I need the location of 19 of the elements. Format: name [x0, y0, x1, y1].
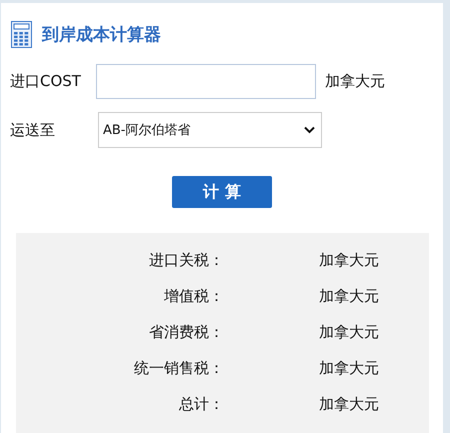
destination-label: 运送至 [10, 120, 56, 140]
result-label: 省消费税： [149, 322, 224, 342]
destination-select[interactable]: AB-阿尔伯塔省 [98, 112, 322, 148]
cost-label: 进口COST [10, 72, 82, 91]
calculator-title: 到岸成本计算器 [42, 24, 161, 46]
cost-input[interactable] [96, 64, 316, 99]
result-value: 加拿大元 [319, 358, 380, 378]
result-label: 进口关税： [149, 250, 224, 270]
chevron-down-icon [304, 126, 315, 134]
calculate-button[interactable]: 计 算 [172, 176, 272, 208]
result-value: 加拿大元 [319, 250, 380, 270]
result-label: 增值税： [164, 286, 224, 306]
result-value: 加拿大元 [319, 322, 380, 342]
result-value: 加拿大元 [319, 394, 380, 414]
result-value: 加拿大元 [319, 286, 380, 306]
currency-unit: 加拿大元 [325, 72, 385, 91]
calculator-icon [11, 20, 32, 48]
result-label: 统一销售税： [134, 358, 224, 378]
result-label: 总计： [179, 394, 224, 414]
